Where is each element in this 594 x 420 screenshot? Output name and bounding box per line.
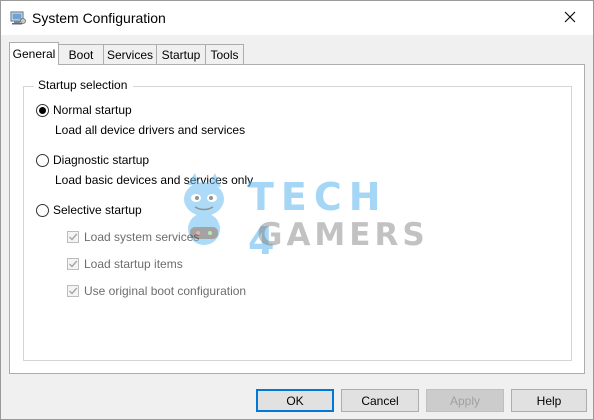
diagnostic-startup-radio[interactable] <box>36 153 49 167</box>
tab-startup[interactable]: Startup <box>156 44 206 64</box>
normal-startup-radio[interactable] <box>36 103 49 117</box>
startup-selection-label: Startup selection <box>34 78 134 92</box>
load-startup-items-label: Load startup items <box>84 257 183 271</box>
close-button[interactable] <box>547 1 593 35</box>
cancel-button[interactable]: Cancel <box>341 389 419 412</box>
selective-startup-radio-row[interactable]: Selective startup <box>36 203 142 217</box>
normal-startup-label[interactable]: Normal startup <box>53 103 132 117</box>
ok-button[interactable]: OK <box>256 389 334 412</box>
tab-tools[interactable]: Tools <box>205 44 244 64</box>
load-startup-items-checkbox <box>67 258 79 270</box>
help-button[interactable]: Help <box>511 389 587 412</box>
system-config-icon <box>10 10 26 26</box>
tab-general[interactable]: General <box>9 42 59 65</box>
normal-startup-description: Load all device drivers and services <box>55 123 246 137</box>
general-tab-panel: Startup selection Normal startup Load al… <box>9 64 585 374</box>
use-original-boot-config-checkbox <box>67 285 79 297</box>
selective-startup-label[interactable]: Selective startup <box>53 203 142 217</box>
apply-button[interactable]: Apply <box>426 389 504 412</box>
load-system-services-option: Load system services <box>67 230 199 244</box>
diagnostic-startup-radio-row[interactable]: Diagnostic startup <box>36 153 149 167</box>
title-bar[interactable]: System Configuration <box>1 1 593 35</box>
use-original-boot-config-option: Use original boot configuration <box>67 284 246 298</box>
selective-startup-radio[interactable] <box>36 203 49 217</box>
diagnostic-startup-description: Load basic devices and services only <box>55 173 254 187</box>
system-configuration-window: System Configuration General Boot Servic… <box>0 0 594 420</box>
close-icon <box>564 11 576 26</box>
load-system-services-checkbox <box>67 231 79 243</box>
window-title: System Configuration <box>32 10 166 26</box>
tab-services[interactable]: Services <box>103 44 157 64</box>
diagnostic-startup-label[interactable]: Diagnostic startup <box>53 153 149 167</box>
load-system-services-label: Load system services <box>84 230 200 244</box>
normal-startup-radio-row[interactable]: Normal startup <box>36 103 132 117</box>
use-original-boot-config-label: Use original boot configuration <box>84 284 247 298</box>
load-startup-items-option: Load startup items <box>67 257 183 271</box>
tab-boot[interactable]: Boot <box>58 44 104 64</box>
startup-selection-group: Startup selection Normal startup Load al… <box>23 78 572 361</box>
